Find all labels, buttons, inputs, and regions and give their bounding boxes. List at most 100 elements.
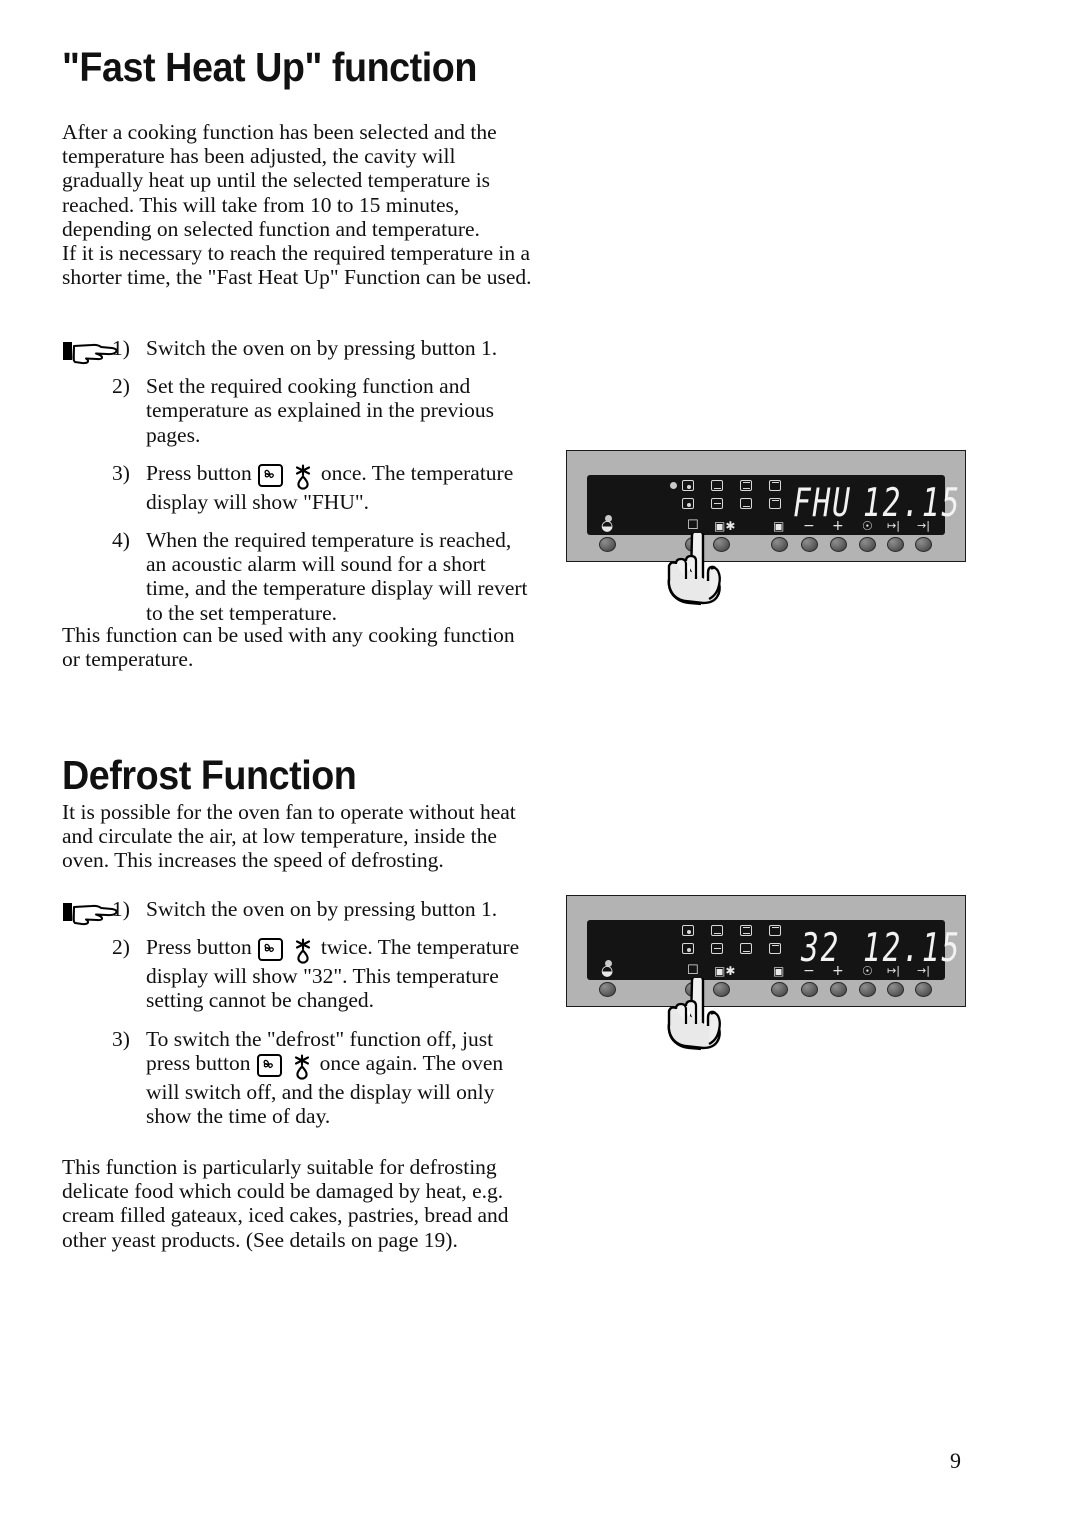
list-item: 1) Switch the oven on by pressing button… [112, 336, 532, 360]
oven-display-screen: 32 12.15 ◒ ☐ ▣✱ ▣ − + ☉ ↦| →| [587, 920, 959, 980]
paragraph-defrost-closing: This function is particularly suitable f… [62, 1155, 509, 1252]
fan-button-icon [258, 463, 284, 487]
button-symbol-row: ◒ ☐ ▣✱ ▣ − + ☉ ↦| →| [587, 519, 945, 535]
document-page: "Fast Heat Up" function After a cooking … [0, 0, 1080, 1528]
fan-defrost-icon: ▣✱ [714, 964, 736, 978]
duration-icon: ↦| [887, 519, 900, 532]
list-item: 1) Switch the oven on by pressing button… [112, 897, 532, 921]
indicator-grill-icon [711, 943, 723, 954]
clock-button[interactable] [859, 537, 876, 552]
plus-icon: + [832, 518, 844, 534]
inline-button-icons [256, 1053, 314, 1080]
step-text-pre: Press button [146, 935, 252, 960]
step-number: 2) [112, 374, 130, 399]
indicator-defrost-icon [769, 498, 781, 509]
step-number: 1) [112, 336, 130, 360]
oven-control-panel: 32 12.15 ◒ ☐ ▣✱ ▣ − + ☉ ↦| →| [566, 895, 966, 1051]
minus-icon: − [803, 518, 815, 534]
heading-fast-heat-up: "Fast Heat Up" function [62, 44, 477, 90]
step-list-defrost: 1) Switch the oven on by pressing button… [112, 897, 532, 1142]
list-item: 2) Set the required cooking function and… [112, 374, 532, 447]
power-icon: ◒ [601, 518, 614, 534]
clock-icon: ☉ [862, 519, 873, 533]
step-text: When the required temperature is reached… [146, 528, 528, 625]
meat-probe-button[interactable] [771, 982, 788, 997]
step-number: 2) [112, 935, 130, 960]
minus-button[interactable] [801, 537, 818, 552]
step-number: 3) [112, 1026, 130, 1051]
indicator-base-icon [740, 498, 752, 509]
indicator-top-heat-icon [769, 925, 781, 936]
paragraph-fast-heat-intro: After a cooking function has been select… [62, 120, 532, 289]
end-time-button[interactable] [915, 982, 932, 997]
step-list-fast-heat: 1) Switch the oven on by pressing button… [112, 336, 532, 639]
minus-button[interactable] [801, 982, 818, 997]
paragraph-defrost-intro: It is possible for the oven fan to opera… [62, 800, 516, 873]
plus-button[interactable] [830, 537, 847, 552]
paragraph-text: After a cooking function has been select… [62, 120, 497, 241]
plus-button[interactable] [830, 982, 847, 997]
heading-defrost-function: Defrost Function [62, 752, 357, 798]
button-symbol-row: ◒ ☐ ▣✱ ▣ − + ☉ ↦| →| [587, 964, 945, 980]
pressing-hand-illustration [655, 529, 745, 609]
inline-button-icons [257, 463, 315, 490]
step-number: 4) [112, 528, 130, 553]
figure-oven-panel-defrost: 32 12.15 ◒ ☐ ▣✱ ▣ − + ☉ ↦| →| [566, 895, 966, 1051]
indicator-defrost-icon [769, 943, 781, 954]
clock-button[interactable] [859, 982, 876, 997]
meat-probe-icon: ▣ [773, 964, 785, 978]
figure-oven-panel-fhu: FHU 12.15 ◒ ☐ ▣✱ ▣ − + ☉ ↦| →| [566, 450, 966, 606]
oven-display-screen: FHU 12.15 ◒ ☐ ▣✱ ▣ − + ☉ ↦| →| [587, 475, 959, 535]
end-time-icon: →| [917, 519, 930, 532]
step-text: Switch the oven on by pressing button 1. [146, 336, 498, 360]
indicator-top-heat-icon [769, 480, 781, 491]
indicator-base-icon [740, 943, 752, 954]
oven-button-row [567, 982, 965, 1004]
step-text: Set the required cooking function and te… [146, 374, 495, 447]
defrost-icon [293, 938, 313, 964]
function-indicator-row-bottom [682, 943, 781, 954]
step-text: Switch the oven on by pressing button 1. [146, 897, 498, 921]
list-item: 3) Press button once. The temperature di… [112, 461, 532, 514]
step-text-pre: Press button [146, 460, 252, 485]
power-button[interactable] [599, 537, 616, 552]
step-number: 3) [112, 460, 130, 485]
function-indicator-row-top [682, 925, 781, 936]
fan-button-icon [258, 938, 284, 962]
meat-probe-button[interactable] [771, 537, 788, 552]
indicator-fan-oven-icon [682, 480, 694, 491]
power-icon: ◒ [601, 963, 614, 979]
minus-icon: − [803, 963, 815, 979]
fan-defrost-icon: ▣✱ [714, 519, 736, 533]
defrost-icon [293, 464, 313, 490]
indicator-bottom-heat-icon [711, 925, 723, 936]
indicator-grill-icon [711, 498, 723, 509]
plus-icon: + [832, 963, 844, 979]
square-icon: ☐ [687, 518, 699, 533]
indicator-fan-grill-icon [682, 498, 694, 509]
end-time-button[interactable] [915, 537, 932, 552]
active-function-led [670, 482, 677, 489]
list-item: 4) When the required temperature is reac… [112, 528, 532, 625]
indicator-top-bottom-heat-icon [740, 480, 752, 491]
function-indicator-row-bottom [682, 498, 781, 509]
list-item: 3) To switch the "defrost" function off,… [112, 1027, 532, 1129]
list-item: 2) Press button twice. The temperature d… [112, 935, 532, 1012]
oven-control-panel: FHU 12.15 ◒ ☐ ▣✱ ▣ − + ☉ ↦| →| [566, 450, 966, 606]
power-button[interactable] [599, 982, 616, 997]
clock-icon: ☉ [862, 964, 873, 978]
duration-button[interactable] [887, 537, 904, 552]
duration-icon: ↦| [887, 964, 900, 977]
paragraph-text-2: If it is necessary to reach the required… [62, 241, 532, 290]
indicator-fan-oven-icon [682, 925, 694, 936]
square-icon: ☐ [687, 963, 699, 978]
paragraph-fast-heat-closing: This function can be used with any cooki… [62, 623, 515, 672]
indicator-top-bottom-heat-icon [740, 925, 752, 936]
oven-button-row [567, 537, 965, 559]
indicator-fan-grill-icon [682, 943, 694, 954]
indicator-bottom-heat-icon [711, 480, 723, 491]
step-number: 1) [112, 897, 130, 921]
fan-button-icon [256, 1053, 282, 1077]
defrost-icon [292, 1054, 312, 1080]
duration-button[interactable] [887, 982, 904, 997]
